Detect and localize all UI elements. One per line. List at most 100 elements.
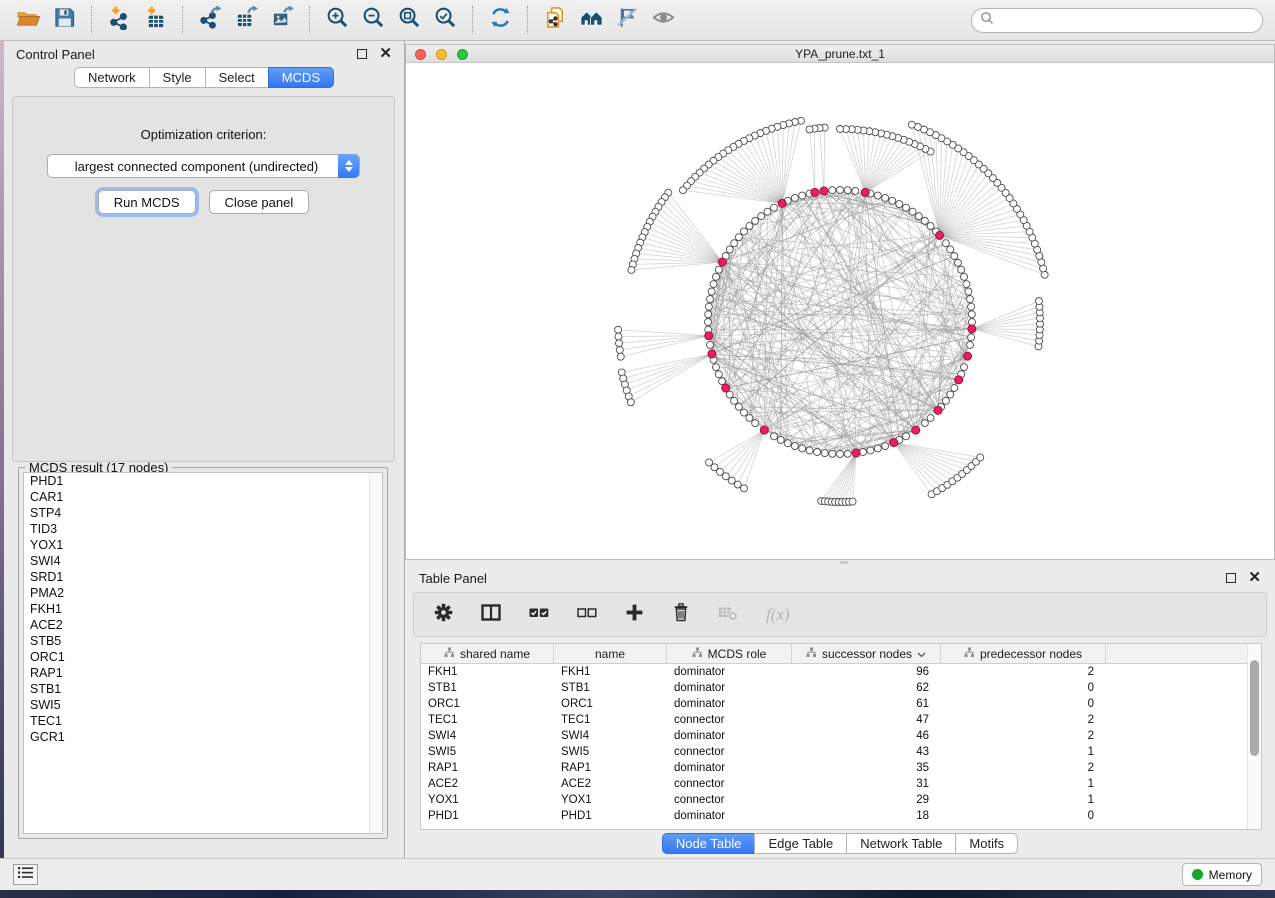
- dominator-node[interactable]: [705, 332, 713, 340]
- table-row[interactable]: SWI4SWI4dominator462: [421, 728, 1261, 744]
- result-node[interactable]: SWI5: [24, 697, 382, 713]
- export-image-button[interactable]: [264, 4, 300, 36]
- select-all-button[interactable]: [529, 606, 549, 624]
- node[interactable]: [740, 409, 747, 416]
- result-node[interactable]: TEC1: [24, 713, 382, 729]
- close-panel-button[interactable]: Close panel: [209, 190, 310, 214]
- node[interactable]: [829, 187, 836, 194]
- node[interactable]: [968, 311, 975, 318]
- node[interactable]: [961, 364, 968, 371]
- table-scrollbar[interactable]: [1247, 644, 1261, 829]
- node[interactable]: [791, 443, 798, 450]
- node[interactable]: [963, 281, 970, 288]
- node[interactable]: [966, 296, 973, 303]
- result-node[interactable]: STB5: [24, 633, 382, 649]
- dominator-node[interactable]: [811, 188, 819, 196]
- network-window-titlebar[interactable]: YPA_prune.txt_1: [405, 44, 1275, 63]
- maximize-window-icon[interactable]: [457, 49, 468, 60]
- table-row[interactable]: YOX1YOX1connector291: [421, 792, 1261, 808]
- column-header-name[interactable]: name: [554, 644, 667, 663]
- dominator-node[interactable]: [760, 426, 768, 434]
- node[interactable]: [616, 347, 623, 354]
- node[interactable]: [715, 266, 722, 273]
- node[interactable]: [942, 397, 949, 404]
- close-window-icon[interactable]: [415, 49, 426, 60]
- hide-selected-button[interactable]: [609, 4, 645, 36]
- dominator-node[interactable]: [968, 325, 976, 333]
- node[interactable]: [705, 303, 712, 310]
- result-node[interactable]: STP4: [24, 505, 382, 521]
- tab-network[interactable]: Network: [74, 67, 150, 88]
- deselect-all-button[interactable]: [577, 606, 597, 624]
- node[interactable]: [752, 420, 759, 427]
- result-node[interactable]: SRD1: [24, 569, 382, 585]
- node[interactable]: [961, 273, 968, 280]
- node[interactable]: [705, 311, 712, 318]
- dominator-node[interactable]: [718, 258, 726, 266]
- column-header-successor_nodes[interactable]: successor nodes: [792, 644, 941, 663]
- table-tab-node-table[interactable]: Node Table: [662, 833, 756, 854]
- network-canvas[interactable]: [405, 63, 1275, 560]
- node[interactable]: [771, 433, 778, 440]
- close-table-panel-icon[interactable]: ✕: [1248, 573, 1261, 583]
- dominator-node[interactable]: [722, 384, 730, 392]
- result-node[interactable]: FKH1: [24, 601, 382, 617]
- result-list-scrollbar[interactable]: [369, 473, 382, 833]
- result-node[interactable]: STB1: [24, 681, 382, 697]
- table-row[interactable]: PHD1PHD1dominator180: [421, 808, 1261, 824]
- node[interactable]: [806, 126, 813, 133]
- show-all-button[interactable]: [645, 4, 681, 36]
- node[interactable]: [896, 201, 903, 208]
- result-node[interactable]: TID3: [24, 521, 382, 537]
- table-scrollbar-thumb[interactable]: [1250, 660, 1259, 756]
- node[interactable]: [837, 451, 844, 458]
- node[interactable]: [615, 326, 622, 333]
- node[interactable]: [799, 445, 806, 452]
- dominator-node[interactable]: [852, 449, 860, 457]
- node[interactable]: [799, 192, 806, 199]
- node[interactable]: [712, 364, 719, 371]
- column-header-shared_name[interactable]: shared name: [421, 644, 554, 663]
- table-settings-button[interactable]: [434, 603, 453, 627]
- table-row[interactable]: SWI5SWI5connector431: [421, 744, 1261, 760]
- task-history-button[interactable]: [13, 864, 38, 885]
- node[interactable]: [903, 433, 910, 440]
- node[interactable]: [715, 371, 722, 378]
- node[interactable]: [731, 240, 738, 247]
- node[interactable]: [752, 217, 759, 224]
- criterion-dropdown[interactable]: largest connected component (undirected): [47, 154, 360, 178]
- minimize-window-icon[interactable]: [436, 49, 447, 60]
- node[interactable]: [735, 234, 742, 241]
- zoom-in-button[interactable]: [319, 4, 355, 36]
- node[interactable]: [628, 266, 635, 273]
- node[interactable]: [942, 240, 949, 247]
- tab-mcds[interactable]: MCDS: [268, 67, 334, 88]
- node[interactable]: [616, 340, 623, 347]
- open-file-button[interactable]: [10, 4, 46, 36]
- node[interactable]: [909, 208, 916, 215]
- result-node[interactable]: PHD1: [24, 473, 382, 489]
- node[interactable]: [968, 303, 975, 310]
- node[interactable]: [954, 259, 961, 266]
- dominator-node[interactable]: [861, 188, 869, 196]
- node[interactable]: [710, 281, 717, 288]
- node[interactable]: [921, 420, 928, 427]
- node[interactable]: [947, 246, 954, 253]
- node[interactable]: [758, 213, 765, 220]
- node[interactable]: [977, 454, 984, 461]
- result-node[interactable]: PMA2: [24, 585, 382, 601]
- node[interactable]: [921, 217, 928, 224]
- table-row[interactable]: TEC1TEC1connector472: [421, 712, 1261, 728]
- export-table-button[interactable]: [228, 4, 264, 36]
- dominator-node[interactable]: [934, 406, 942, 414]
- add-column-button[interactable]: [625, 603, 644, 627]
- node[interactable]: [882, 443, 889, 450]
- node[interactable]: [837, 187, 844, 194]
- tab-select[interactable]: Select: [205, 67, 269, 88]
- search-input[interactable]: [999, 10, 1262, 30]
- node[interactable]: [806, 447, 813, 454]
- node[interactable]: [791, 194, 798, 201]
- node[interactable]: [837, 126, 844, 133]
- node[interactable]: [777, 436, 784, 443]
- node[interactable]: [746, 222, 753, 229]
